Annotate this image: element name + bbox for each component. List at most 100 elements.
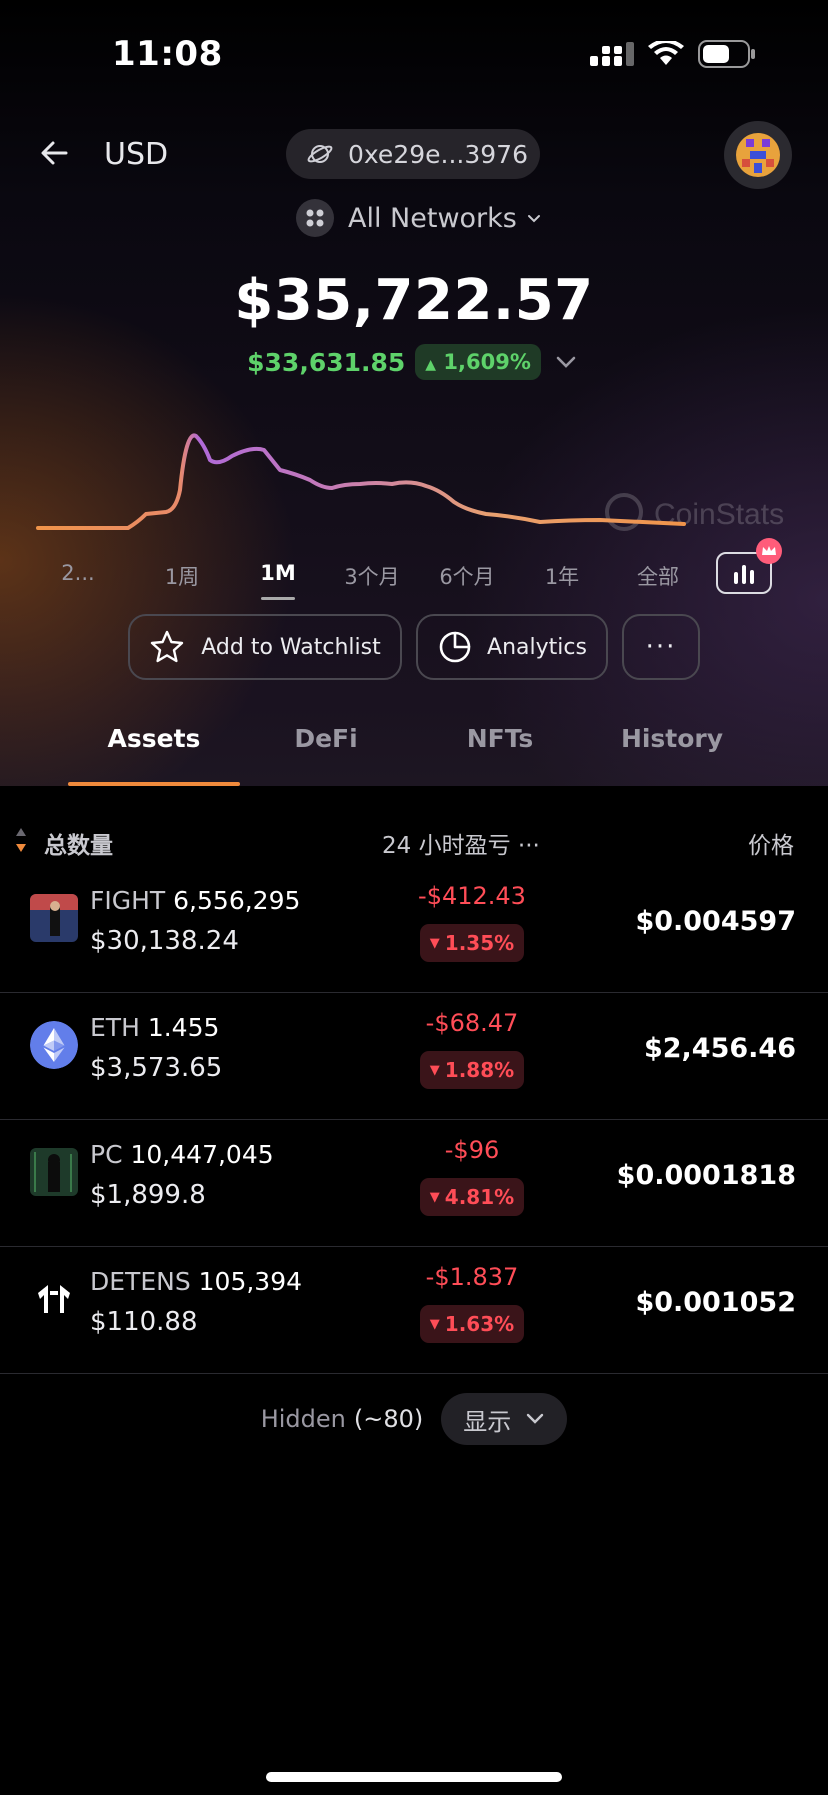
tab-assets[interactable]: Assets [68, 724, 240, 753]
asset-pnl: -$412.43 [418, 882, 526, 910]
watermark-text: CoinStats [654, 498, 784, 531]
asset-pnl: -$1.837 [425, 1263, 519, 1291]
asset-pnl-pct: 1.88% [444, 1058, 515, 1082]
range-option[interactable]: 3个月 [340, 561, 404, 591]
asset-pnl-badge: ▼ 1.35% [420, 924, 524, 962]
chevron-down-icon[interactable] [551, 350, 581, 374]
asset-pnl-badge: ▼ 1.63% [420, 1305, 524, 1343]
star-icon [151, 630, 184, 663]
header-pnl[interactable]: 24 小时盈亏 ··· [382, 826, 540, 860]
more-dots-icon: ··· [645, 632, 677, 662]
range-option[interactable]: 1年 [542, 561, 582, 591]
cellular-signal-icon [590, 42, 634, 66]
coinstats-watermark: CoinStats [605, 493, 784, 531]
currency-selector[interactable]: USD [104, 137, 168, 172]
asset-quantity: 10,447,045 [130, 1140, 274, 1169]
range-option-active[interactable]: 1M [258, 561, 298, 585]
asset-pnl-pct: 1.35% [444, 931, 515, 955]
tab-nfts[interactable]: NFTs [440, 724, 560, 753]
triangle-down-icon: ▼ [429, 1316, 440, 1332]
asset-symbol: ETH [90, 1013, 140, 1042]
analytics-button[interactable]: Analytics [416, 614, 608, 680]
asset-value: $30,138.24 [90, 926, 239, 956]
sort-icon[interactable] [14, 824, 28, 858]
hidden-label: Hidden [260, 1405, 346, 1433]
change-amount: $33,631.85 [247, 347, 406, 377]
status-time: 11:08 [112, 34, 223, 74]
range-option[interactable]: 1周 [160, 561, 204, 591]
asset-quantity: 1.455 [147, 1013, 220, 1042]
asset-pnl: -$96 [444, 1136, 500, 1164]
range-active-underline [261, 597, 295, 600]
asset-pnl: -$68.47 [425, 1009, 519, 1037]
avatar[interactable] [724, 121, 792, 189]
range-option[interactable]: 全部 [634, 561, 682, 591]
asset-row[interactable]: DETENS 105,394 $110.88 -$1.837 ▼ 1.63% $0… [0, 1247, 828, 1374]
asset-price: $0.004597 [635, 906, 796, 937]
change-percent: 1,609% [443, 350, 531, 374]
header-price[interactable]: 价格 [748, 826, 794, 860]
asset-symbol: PC [90, 1140, 123, 1169]
asset-symbol: DETENS [90, 1267, 191, 1296]
portfolio-chart-line [36, 433, 686, 530]
network-selector[interactable]: All Networks [296, 196, 543, 240]
asset-quantity: 105,394 [198, 1267, 303, 1296]
portfolio-tabs: Assets DeFi NFTs History [0, 700, 828, 786]
asset-pnl-pct: 1.63% [444, 1312, 515, 1336]
triangle-down-icon: ▼ [429, 1189, 440, 1205]
range-option[interactable]: 2... [58, 561, 98, 585]
portfolio-chart[interactable]: CoinStats [0, 410, 828, 550]
asset-row[interactable]: ETH 1.455 $3,573.65 -$68.47 ▼ 1.88% $2,45… [0, 993, 828, 1120]
asset-pnl-badge: ▼ 1.88% [420, 1051, 524, 1089]
range-option[interactable]: 6个月 [435, 561, 499, 591]
asset-pnl-badge: ▼ 4.81% [420, 1178, 524, 1216]
planet-icon [307, 145, 333, 163]
triangle-down-icon: ▼ [429, 935, 440, 951]
asset-price: $0.001052 [635, 1287, 796, 1318]
networks-grid-icon [296, 199, 334, 237]
chevron-down-icon [527, 215, 540, 223]
show-hidden-button[interactable]: 显示 [441, 1393, 568, 1445]
asset-pnl-pct: 4.81% [444, 1185, 515, 1209]
hidden-count: (~80) [353, 1405, 424, 1433]
pie-chart-icon [439, 631, 471, 663]
ethereum-icon [30, 1021, 78, 1069]
asset-row[interactable]: PC 10,447,045 $1,899.8 -$96 ▼ 4.81% $0.00… [0, 1120, 828, 1247]
asset-name-qty: PC 10,447,045 [90, 1140, 274, 1169]
status-icons [590, 40, 756, 68]
change-percent-badge: ▲ 1,609% [415, 344, 541, 380]
triangle-up-icon: ▲ [425, 357, 437, 373]
bar-chart-icon [734, 565, 754, 584]
more-options-button[interactable]: ··· [622, 614, 700, 680]
hidden-assets-row: Hidden (~80) 显示 [0, 1392, 828, 1446]
asset-quantity: 6,556,295 [173, 886, 301, 915]
crown-icon [756, 538, 782, 564]
add-to-watchlist-button[interactable]: Add to Watchlist [128, 614, 402, 680]
show-hidden-label: 显示 [463, 1407, 512, 1436]
detens-token-icon [30, 1275, 78, 1323]
watchlist-label: Add to Watchlist [201, 634, 381, 660]
tab-defi[interactable]: DeFi [266, 724, 386, 753]
back-arrow-icon[interactable] [36, 135, 72, 171]
asset-value: $1,899.8 [90, 1180, 206, 1210]
action-buttons: Add to Watchlist Analytics ··· [0, 614, 828, 684]
asset-name-qty: DETENS 105,394 [90, 1267, 302, 1296]
fight-token-icon [30, 894, 78, 942]
time-range-selector: 2... 1周 1M 3个月 6个月 1年 全部 [0, 555, 828, 605]
wallet-address-pill[interactable]: 0xe29e...3976 [286, 129, 540, 179]
asset-value: $110.88 [90, 1307, 198, 1337]
asset-row[interactable]: FIGHT 6,556,295 $30,138.24 -$412.43 ▼ 1.3… [0, 866, 828, 993]
home-indicator [266, 1772, 562, 1782]
pc-token-icon [30, 1148, 78, 1196]
wallet-address: 0xe29e...3976 [348, 139, 528, 169]
portfolio-change: $33,631.85 ▲ 1,609% [0, 344, 828, 380]
portfolio-total: $35,722.57 [234, 268, 594, 333]
asset-name-qty: FIGHT 6,556,295 [90, 886, 300, 915]
wifi-icon [648, 41, 684, 65]
asset-table-header: 总数量 24 小时盈亏 ··· 价格 [0, 820, 828, 864]
tab-history[interactable]: History [612, 724, 732, 753]
asset-symbol: FIGHT [90, 886, 166, 915]
asset-value: $3,573.65 [90, 1053, 223, 1083]
tab-active-underline [68, 782, 240, 786]
header-amount[interactable]: 总数量 [44, 826, 113, 860]
